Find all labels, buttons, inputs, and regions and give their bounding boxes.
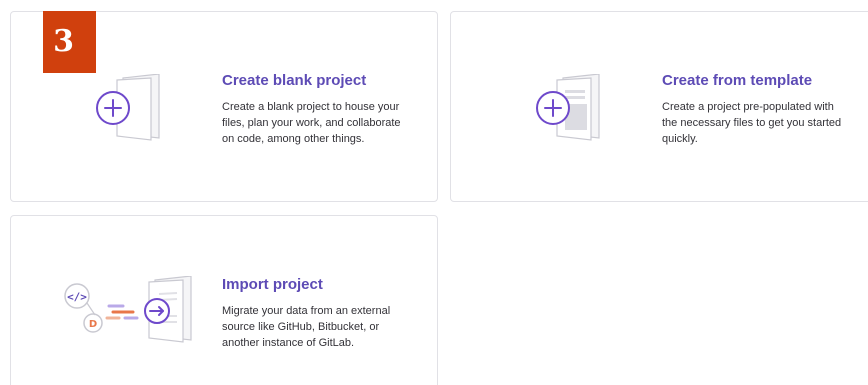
step-number-badge: 3	[43, 11, 96, 73]
create-from-template-card[interactable]: Create from template Create a project pr…	[450, 11, 868, 202]
import-project-card[interactable]: </> D Import project Migrate your data f…	[10, 215, 438, 385]
card-description: Migrate your data from an external sourc…	[222, 305, 391, 349]
import-project-illustration-icon: </> D	[59, 275, 199, 348]
card-description: Create a blank project to house your fil…	[222, 101, 401, 145]
card-title[interactable]: Create blank project	[222, 72, 422, 90]
svg-text:</>: </>	[67, 291, 87, 304]
blank-project-illustration-icon	[93, 73, 165, 142]
card-title[interactable]: Create from template	[662, 72, 862, 90]
new-project-options: Create blank project Create a blank proj…	[0, 0, 868, 385]
svg-text:D: D	[89, 319, 97, 330]
template-project-illustration-icon	[535, 73, 605, 142]
card-title[interactable]: Import project	[222, 276, 422, 294]
card-description: Create a project pre-populated with the …	[662, 101, 842, 145]
